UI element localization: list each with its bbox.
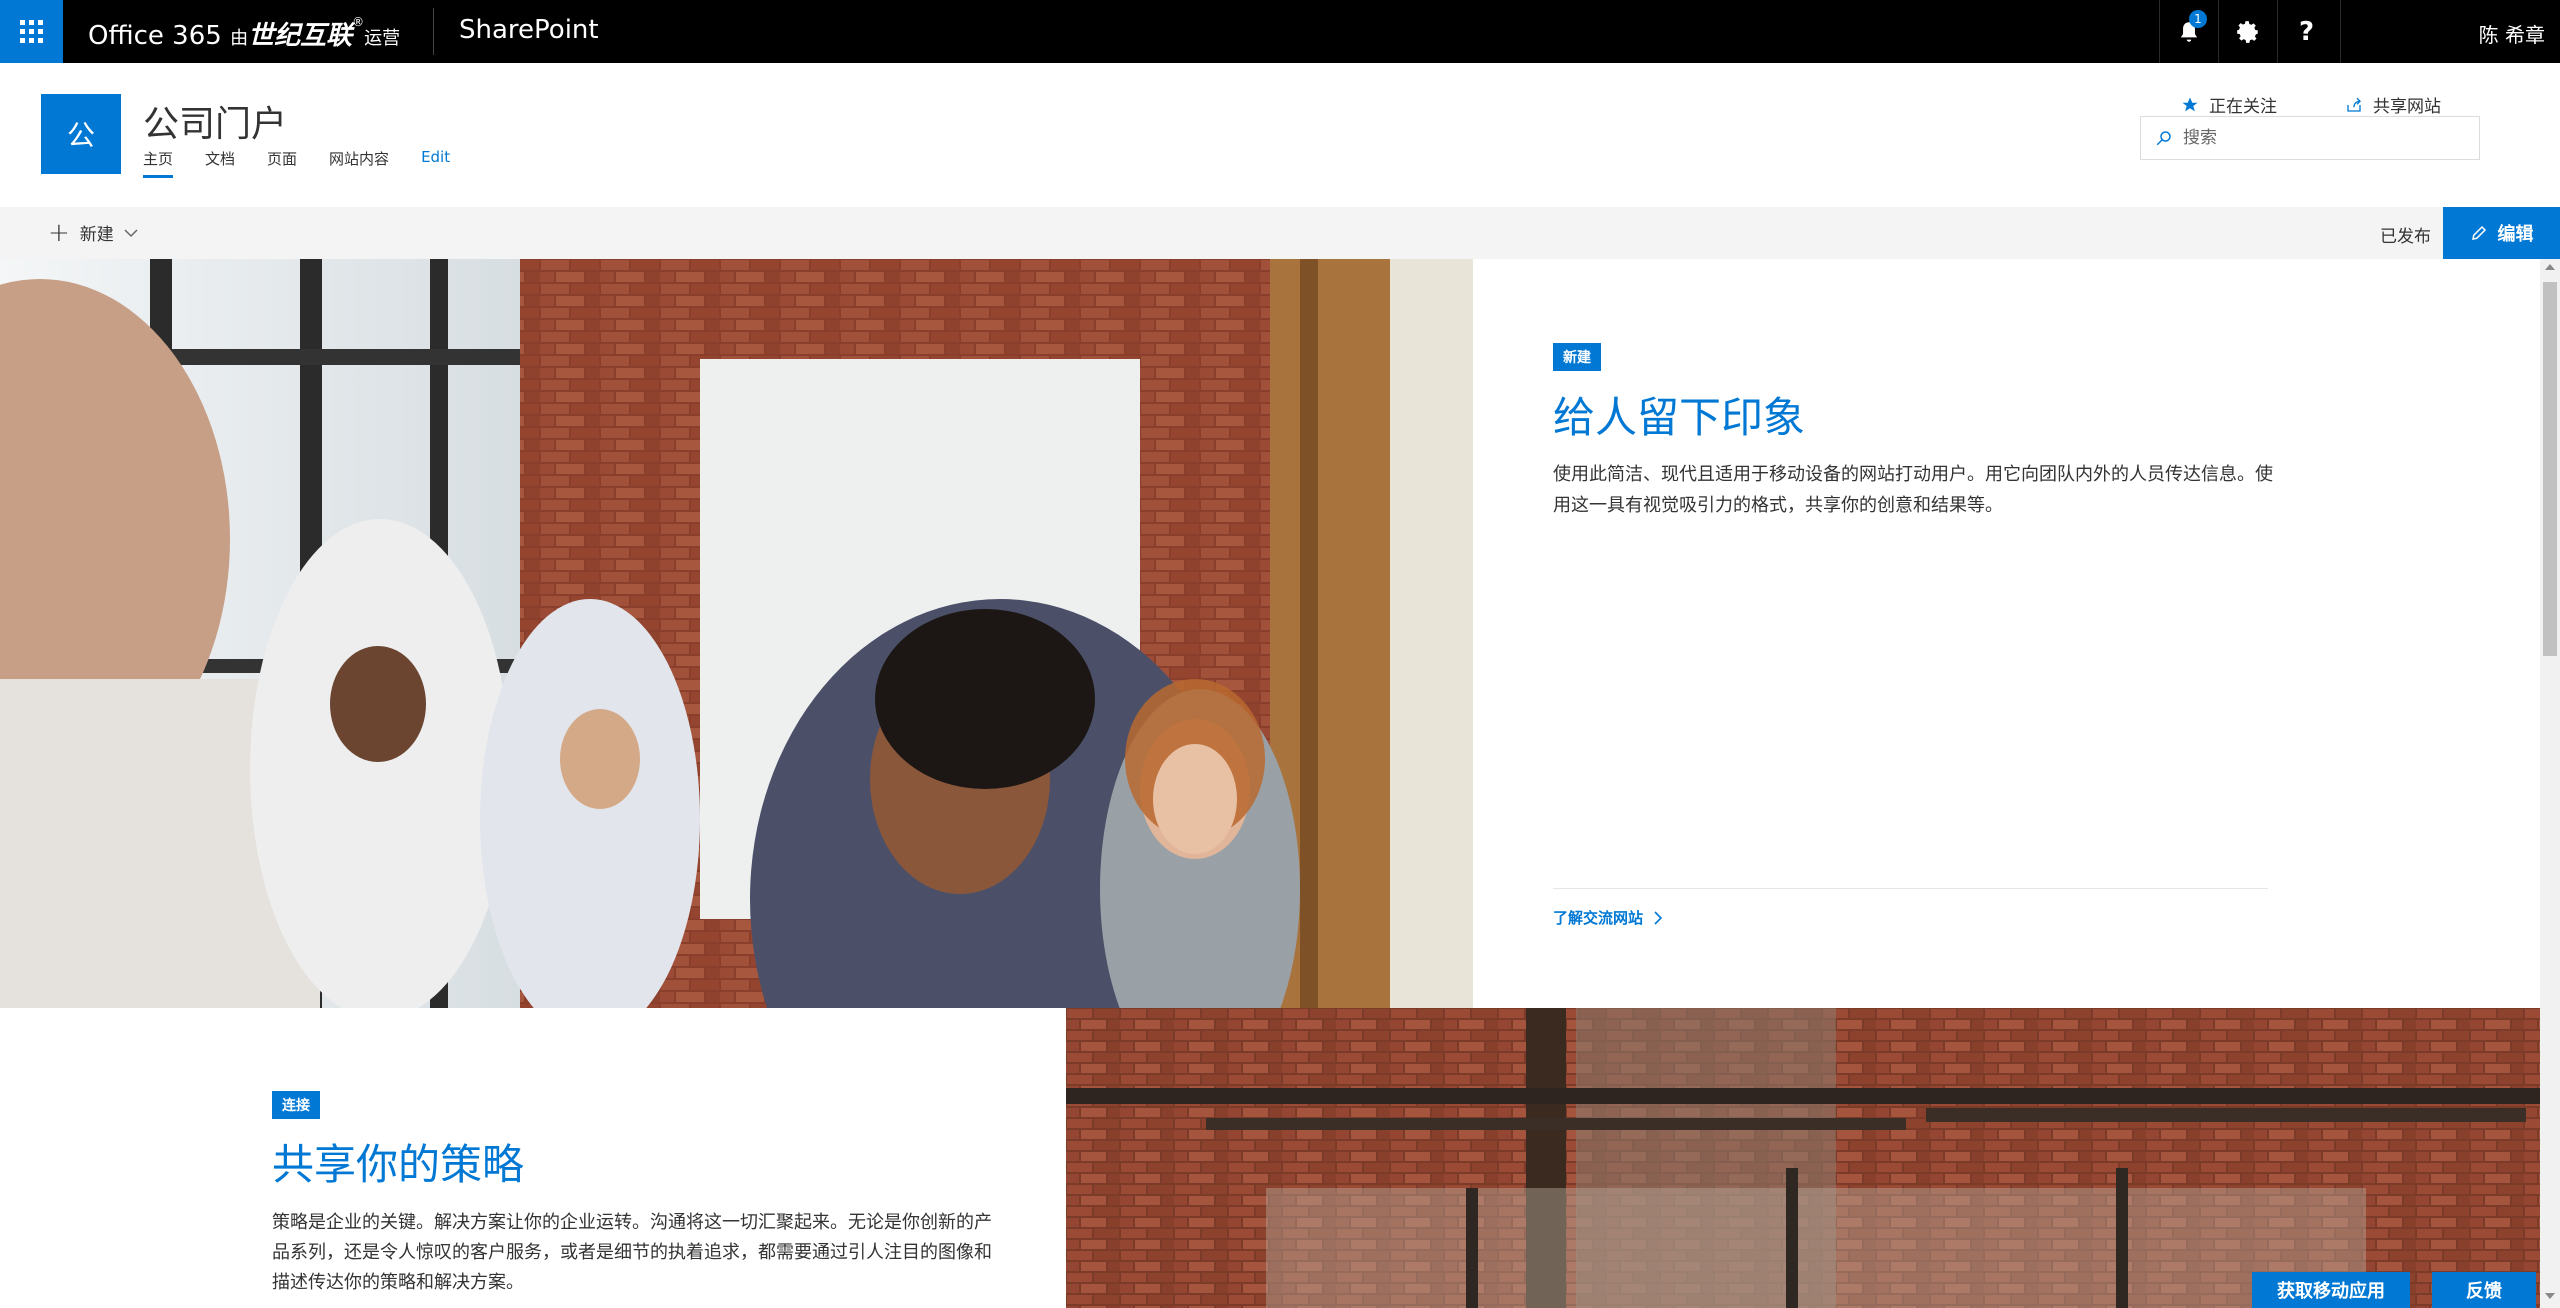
hero-description: 策略是企业的关键。解决方案让你的企业运转。沟通将这一切汇聚起来。无论是你创新的产… [272, 1212, 992, 1293]
brand[interactable]: Office 365 由世纪互联®运营 [88, 15, 400, 52]
suite-bar-divider [433, 8, 434, 55]
hero-title[interactable]: 给人留下印象 [1553, 384, 1805, 445]
new-button[interactable]: + 新建 [48, 217, 138, 248]
hero-image-office-window[interactable] [1066, 1008, 2540, 1308]
hero-title[interactable]: 共享你的策略 [272, 1131, 524, 1192]
plus-icon: + [48, 217, 70, 248]
scroll-down-arrow-icon[interactable] [2545, 1293, 2555, 1299]
site-title[interactable]: 公司门户 [143, 95, 287, 147]
star-icon [2182, 97, 2198, 111]
search-input[interactable] [2183, 128, 2463, 148]
divider [2340, 0, 2341, 63]
brand-prefix: Office 365 [88, 21, 222, 51]
nav-edit-link[interactable]: Edit [421, 148, 450, 178]
follow-label: 正在关注 [2209, 97, 2277, 117]
command-bar: + 新建 已发布 编辑 [0, 207, 2560, 259]
site-navigation: 主页 文档 页面 网站内容 Edit [143, 148, 482, 178]
app-name[interactable]: SharePoint [459, 15, 599, 45]
hero-image-meeting[interactable] [0, 259, 1473, 1008]
chevron-right-icon [1654, 910, 1663, 925]
gear-icon [2236, 20, 2258, 43]
follow-button[interactable]: 正在关注 [2181, 92, 2277, 117]
app-launcher-icon[interactable] [0, 0, 63, 63]
user-name[interactable]: 陈 希章 [2479, 19, 2545, 48]
new-label: 新建 [79, 225, 114, 245]
brand-suffix: 运营 [364, 28, 401, 49]
brand-mark: ® [352, 15, 365, 29]
notifications-button[interactable] [2159, 0, 2218, 63]
question-mark-icon: ? [2298, 16, 2315, 47]
publish-status: 已发布 [2380, 227, 2431, 247]
scrollbar-thumb[interactable] [2543, 282, 2557, 656]
nav-item-home[interactable]: 主页 [143, 148, 174, 178]
hero-description: 使用此简洁、现代且适用于移动设备的网站打动用户。用它向团队内外的人员传达信息。使… [1553, 464, 2273, 516]
scroll-up-arrow-icon[interactable] [2545, 264, 2555, 270]
nav-item-pages[interactable]: 页面 [267, 148, 297, 178]
feedback-button[interactable]: 反馈 [2432, 1272, 2536, 1308]
settings-button[interactable] [2218, 0, 2277, 63]
hero-tag: 新建 [1553, 343, 1601, 371]
share-label: 共享网站 [2373, 97, 2441, 117]
nav-item-documents[interactable]: 文档 [205, 148, 235, 178]
site-search-box[interactable] [2140, 116, 2480, 160]
edit-label: 编辑 [2497, 224, 2534, 245]
chevron-down-icon [124, 228, 138, 237]
search-icon [2156, 131, 2171, 146]
brand-company: 世纪互联 [248, 21, 353, 51]
brand-by: 由 [230, 28, 249, 49]
divider [1553, 888, 2268, 889]
notification-badge: 1 [2189, 10, 2207, 28]
learn-more-label: 了解交流网站 [1553, 909, 1644, 927]
edit-page-button[interactable]: 编辑 [2443, 207, 2560, 259]
site-logo[interactable]: 公 [41, 94, 121, 174]
share-site-button[interactable]: 共享网站 [2345, 92, 2441, 117]
share-icon [2347, 97, 2361, 112]
hero-panel-impress: 新建 给人留下印象 使用此简洁、现代且适用于移动设备的网站打动用户。用它向团队内… [1473, 259, 2540, 1008]
hero-panel-strategy: 连接 共享你的策略 策略是企业的关键。解决方案让你的企业运转。沟通将这一切汇聚起… [0, 1008, 1066, 1308]
pencil-icon [2471, 225, 2486, 240]
suite-bar: Office 365 由世纪互联®运营 SharePoint 1 ? 陈 希章 [0, 0, 2560, 63]
hero-tag: 连接 [272, 1091, 320, 1119]
get-mobile-app-button[interactable]: 获取移动应用 [2252, 1272, 2410, 1308]
learn-more-link[interactable]: 了解交流网站 [1553, 907, 1663, 928]
help-button[interactable]: ? [2277, 0, 2336, 63]
nav-item-site-contents[interactable]: 网站内容 [329, 148, 389, 178]
